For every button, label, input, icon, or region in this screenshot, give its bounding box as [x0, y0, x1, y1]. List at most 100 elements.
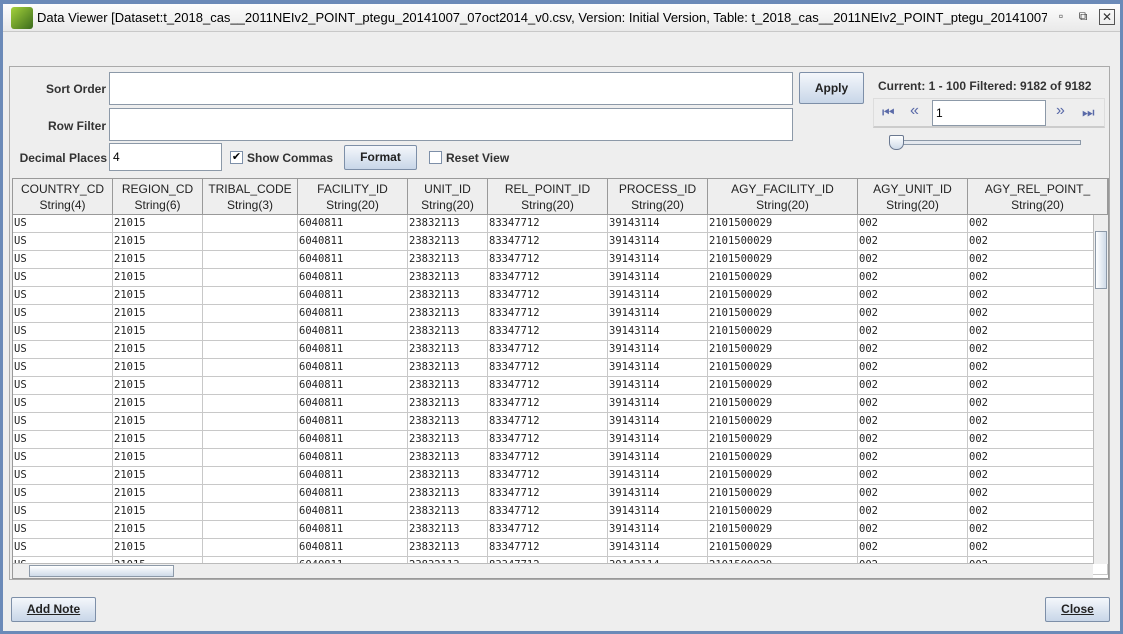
- table-cell[interactable]: 2101500029: [708, 539, 858, 556]
- table-cell[interactable]: 002: [858, 287, 968, 304]
- row-filter-input[interactable]: [109, 108, 793, 141]
- table-row[interactable]: US21015 604081123832113833477123914311421…: [13, 539, 1108, 557]
- table-cell[interactable]: 002: [968, 359, 1108, 376]
- table-cell[interactable]: 2101500029: [708, 305, 858, 322]
- maximize-icon[interactable]: ⧉: [1075, 9, 1091, 25]
- show-commas-checkbox[interactable]: ✔: [230, 151, 243, 164]
- table-row[interactable]: US21015 604081123832113833477123914311421…: [13, 377, 1108, 395]
- table-cell[interactable]: US: [13, 215, 113, 232]
- first-page-icon[interactable]: ⏮: [882, 104, 895, 121]
- table-cell[interactable]: 2101500029: [708, 467, 858, 484]
- table-cell[interactable]: [203, 521, 298, 538]
- table-cell[interactable]: US: [13, 485, 113, 502]
- table-row[interactable]: US21015 604081123832113833477123914311421…: [13, 431, 1108, 449]
- table-cell[interactable]: [203, 341, 298, 358]
- table-cell[interactable]: US: [13, 395, 113, 412]
- table-cell[interactable]: 6040811: [298, 359, 408, 376]
- column-header[interactable]: TRIBAL_CODE String(3): [203, 179, 298, 214]
- table-cell[interactable]: 2101500029: [708, 269, 858, 286]
- table-cell[interactable]: 002: [858, 413, 968, 430]
- table-cell[interactable]: 2101500029: [708, 485, 858, 502]
- table-cell[interactable]: [203, 485, 298, 502]
- table-cell[interactable]: [203, 395, 298, 412]
- table-cell[interactable]: 002: [968, 305, 1108, 322]
- table-cell[interactable]: 6040811: [298, 251, 408, 268]
- table-cell[interactable]: 39143114: [608, 287, 708, 304]
- table-cell[interactable]: [203, 323, 298, 340]
- table-cell[interactable]: 23832113: [408, 521, 488, 538]
- table-cell[interactable]: 21015: [113, 413, 203, 430]
- table-row[interactable]: US21015 604081123832113833477123914311421…: [13, 287, 1108, 305]
- table-cell[interactable]: 002: [968, 395, 1108, 412]
- table-cell[interactable]: [203, 467, 298, 484]
- table-cell[interactable]: 6040811: [298, 287, 408, 304]
- minimize-icon[interactable]: ▫: [1053, 9, 1069, 25]
- table-cell[interactable]: 6040811: [298, 485, 408, 502]
- table-cell[interactable]: US: [13, 341, 113, 358]
- table-cell[interactable]: [203, 359, 298, 376]
- table-cell[interactable]: 002: [968, 233, 1108, 250]
- table-cell[interactable]: 002: [858, 467, 968, 484]
- table-cell[interactable]: 23832113: [408, 305, 488, 322]
- table-cell[interactable]: 23832113: [408, 395, 488, 412]
- table-cell[interactable]: 6040811: [298, 431, 408, 448]
- table-cell[interactable]: 002: [858, 215, 968, 232]
- table-cell[interactable]: 23832113: [408, 359, 488, 376]
- table-cell[interactable]: 39143114: [608, 251, 708, 268]
- last-page-icon[interactable]: ⏭: [1082, 104, 1095, 121]
- table-cell[interactable]: 6040811: [298, 413, 408, 430]
- table-cell[interactable]: [203, 251, 298, 268]
- column-header[interactable]: AGY_UNIT_ID String(20): [858, 179, 968, 214]
- apply-button[interactable]: Apply: [799, 72, 864, 104]
- table-cell[interactable]: 21015: [113, 251, 203, 268]
- table-cell[interactable]: 2101500029: [708, 287, 858, 304]
- table-cell[interactable]: 83347712: [488, 431, 608, 448]
- table-cell[interactable]: 83347712: [488, 359, 608, 376]
- table-cell[interactable]: 002: [968, 287, 1108, 304]
- table-cell[interactable]: US: [13, 323, 113, 340]
- table-cell[interactable]: 83347712: [488, 539, 608, 556]
- column-header[interactable]: AGY_REL_POINT_ String(20): [968, 179, 1108, 214]
- table-cell[interactable]: 23832113: [408, 485, 488, 502]
- table-cell[interactable]: 83347712: [488, 341, 608, 358]
- table-cell[interactable]: 2101500029: [708, 413, 858, 430]
- table-cell[interactable]: US: [13, 413, 113, 430]
- table-cell[interactable]: US: [13, 449, 113, 466]
- table-cell[interactable]: 2101500029: [708, 359, 858, 376]
- table-cell[interactable]: 83347712: [488, 323, 608, 340]
- table-row[interactable]: US21015 604081123832113833477123914311421…: [13, 269, 1108, 287]
- table-cell[interactable]: 39143114: [608, 359, 708, 376]
- table-cell[interactable]: 002: [858, 269, 968, 286]
- table-cell[interactable]: 21015: [113, 269, 203, 286]
- column-header[interactable]: REGION_CD String(6): [113, 179, 203, 214]
- table-cell[interactable]: 39143114: [608, 449, 708, 466]
- table-cell[interactable]: 21015: [113, 395, 203, 412]
- table-cell[interactable]: 002: [858, 359, 968, 376]
- table-cell[interactable]: 6040811: [298, 539, 408, 556]
- table-cell[interactable]: 6040811: [298, 521, 408, 538]
- table-cell[interactable]: 2101500029: [708, 395, 858, 412]
- decimal-places-input[interactable]: 4: [109, 143, 222, 171]
- table-cell[interactable]: 6040811: [298, 323, 408, 340]
- table-cell[interactable]: 002: [968, 215, 1108, 232]
- table-cell[interactable]: 002: [968, 269, 1108, 286]
- table-cell[interactable]: 2101500029: [708, 341, 858, 358]
- table-cell[interactable]: 23832113: [408, 449, 488, 466]
- table-cell[interactable]: 2101500029: [708, 521, 858, 538]
- table-cell[interactable]: 39143114: [608, 395, 708, 412]
- table-cell[interactable]: 83347712: [488, 251, 608, 268]
- table-cell[interactable]: 21015: [113, 539, 203, 556]
- table-cell[interactable]: 39143114: [608, 467, 708, 484]
- table-row[interactable]: US21015 604081123832113833477123914311421…: [13, 395, 1108, 413]
- table-cell[interactable]: 21015: [113, 449, 203, 466]
- vertical-scrollbar[interactable]: [1093, 215, 1108, 564]
- table-row[interactable]: US21015 604081123832113833477123914311421…: [13, 215, 1108, 233]
- horizontal-scrollbar[interactable]: [13, 563, 1093, 578]
- table-cell[interactable]: 2101500029: [708, 323, 858, 340]
- table-cell[interactable]: 002: [968, 503, 1108, 520]
- table-cell[interactable]: 39143114: [608, 539, 708, 556]
- table-cell[interactable]: 2101500029: [708, 251, 858, 268]
- table-row[interactable]: US21015 604081123832113833477123914311421…: [13, 467, 1108, 485]
- table-cell[interactable]: 2101500029: [708, 449, 858, 466]
- table-cell[interactable]: 39143114: [608, 305, 708, 322]
